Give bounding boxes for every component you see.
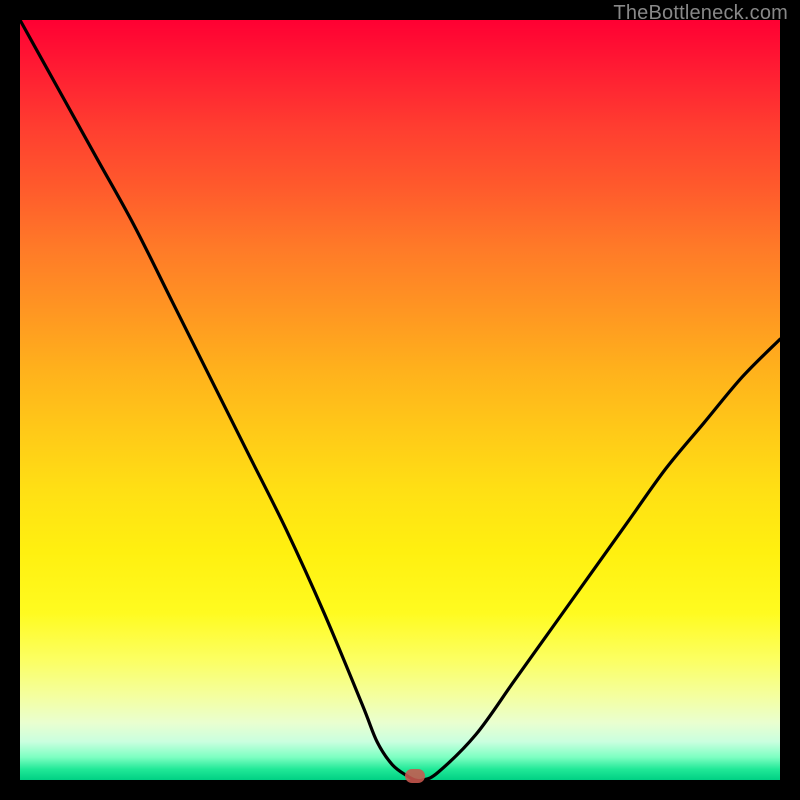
optimum-marker	[405, 769, 425, 783]
bottleneck-curve	[20, 20, 780, 780]
chart-frame: TheBottleneck.com	[0, 0, 800, 800]
plot-area	[20, 20, 780, 780]
